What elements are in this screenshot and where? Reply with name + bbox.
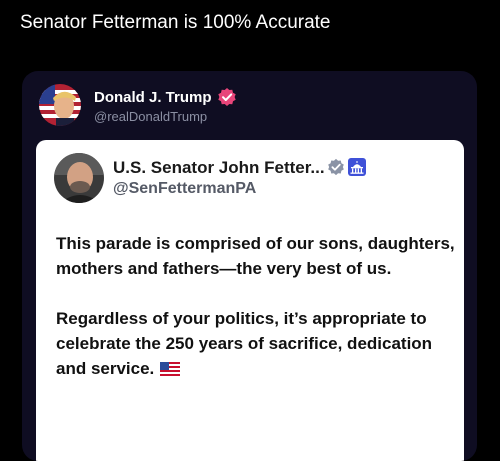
author-avatar[interactable] — [39, 84, 81, 126]
us-flag-icon — [160, 362, 181, 376]
quote-paragraph: This parade is comprised of our sons, da… — [56, 234, 455, 278]
quote-author-avatar[interactable] — [54, 153, 104, 203]
author-name[interactable]: Donald J. Trump — [94, 89, 212, 106]
quoted-post-card[interactable]: U.S. Senator John Fetter... @SenFetterma… — [36, 140, 464, 461]
verified-badge-icon — [218, 88, 236, 106]
post-card[interactable]: Donald J. Trump @realDonaldTrump U.S. Se… — [22, 71, 477, 461]
quote-body: This parade is comprised of our sons, da… — [56, 231, 456, 381]
quote-author-handle[interactable]: @SenFettermanPA — [113, 180, 256, 198]
post-caption: Senator Fetterman is 100% Accurate — [20, 12, 331, 33]
verified-badge-icon — [328, 158, 344, 176]
author-handle[interactable]: @realDonaldTrump — [94, 109, 207, 124]
quote-author-name[interactable]: U.S. Senator John Fetter... — [113, 158, 325, 178]
quote-paragraph: Regardless of your politics, it’s approp… — [56, 306, 456, 381]
quote-paragraph-text: Regardless of your politics, it’s approp… — [56, 309, 433, 378]
capitol-icon — [348, 158, 366, 176]
